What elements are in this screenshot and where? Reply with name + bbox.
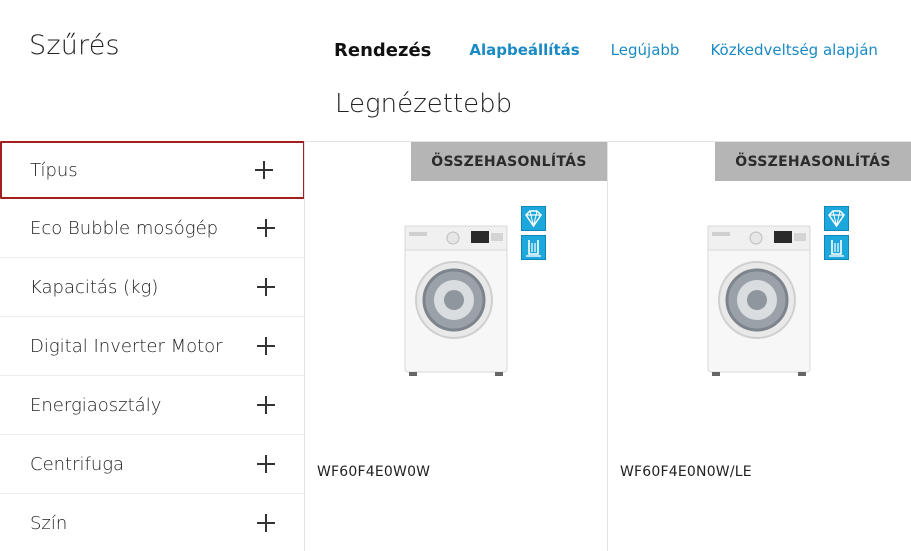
filter-sidebar: Típus Eco Bubble mosógép Kapacitás (kg) … — [0, 141, 305, 551]
plus-icon[interactable] — [257, 219, 275, 237]
product-name[interactable]: WF60F4E0N0W/LE — [620, 464, 752, 480]
diamond-icon — [521, 206, 546, 231]
washing-machine-image — [707, 225, 811, 376]
sort-option-popularity[interactable]: Közkedveltség alapján — [710, 41, 877, 59]
drum-icon — [824, 235, 849, 260]
filter-label: Szín — [30, 512, 68, 534]
filter-heading: Szűrés — [29, 30, 120, 61]
drum-icon — [521, 235, 546, 260]
product-name[interactable]: WF60F4E0W0W — [317, 464, 430, 480]
filter-item-spin[interactable]: Centrifuga — [0, 435, 305, 494]
filter-label: Centrifuga — [30, 453, 125, 475]
page-title: Legnézettebb — [335, 89, 513, 119]
plus-icon[interactable] — [255, 161, 273, 179]
sort-option-newest[interactable]: Legújabb — [611, 41, 680, 59]
filter-label: Digital Inverter Motor — [30, 335, 223, 357]
filter-label: Eco Bubble mosógép — [30, 217, 219, 239]
plus-icon[interactable] — [257, 514, 275, 532]
plus-icon[interactable] — [257, 396, 275, 414]
filter-label: Kapacitás (kg) — [30, 276, 159, 298]
sort-option-default[interactable]: Alapbeállítás — [469, 41, 579, 59]
plus-icon[interactable] — [257, 337, 275, 355]
product-card[interactable]: ÖSSZEHASONLÍTÁS WF60F4E0W0W — [305, 142, 607, 551]
filter-item-type[interactable]: Típus — [0, 141, 305, 199]
sort-label: Rendezés — [334, 39, 432, 61]
filter-label: Energiaosztály — [30, 394, 162, 416]
plus-icon[interactable] — [257, 278, 275, 296]
plus-icon[interactable] — [257, 455, 275, 473]
compare-button[interactable]: ÖSSZEHASONLÍTÁS — [715, 142, 911, 181]
filter-item-color[interactable]: Szín — [0, 494, 305, 551]
filter-label: Típus — [30, 159, 78, 181]
diamond-icon — [824, 206, 849, 231]
washing-machine-image — [404, 225, 508, 376]
compare-button[interactable]: ÖSSZEHASONLÍTÁS — [411, 142, 607, 181]
filter-item-energy-class[interactable]: Energiaosztály — [0, 376, 305, 435]
sort-bar: Rendezés Alapbeállítás Legújabb Közkedve… — [334, 38, 878, 62]
filter-item-inverter-motor[interactable]: Digital Inverter Motor — [0, 317, 305, 376]
filter-item-eco-bubble[interactable]: Eco Bubble mosógép — [0, 199, 305, 258]
filter-item-capacity[interactable]: Kapacitás (kg) — [0, 258, 305, 317]
product-card[interactable]: ÖSSZEHASONLÍTÁS WF60F4E0N0W/LE — [608, 142, 911, 551]
